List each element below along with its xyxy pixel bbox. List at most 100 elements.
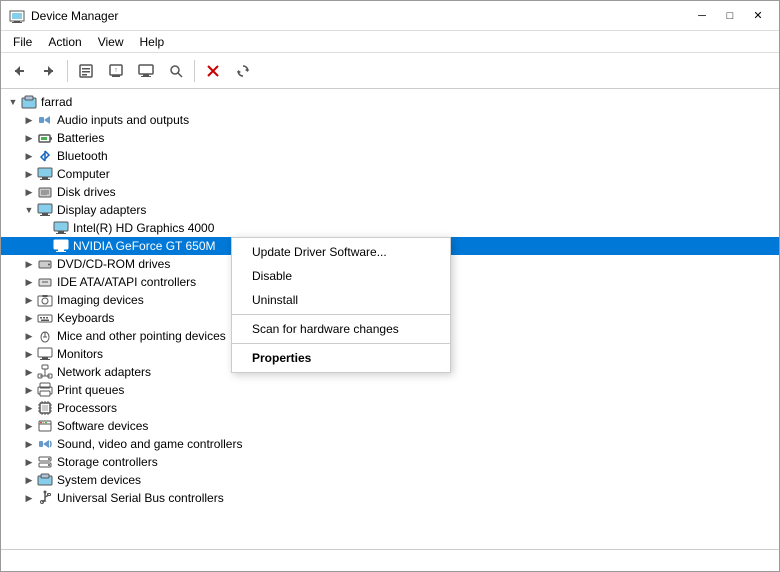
ctx-uninstall[interactable]: Uninstall xyxy=(232,288,450,312)
keyboards-expand[interactable]: ▶ xyxy=(21,310,37,326)
processors-icon xyxy=(37,400,53,416)
minimize-button[interactable]: ─ xyxy=(689,6,715,26)
ide-expand[interactable]: ▶ xyxy=(21,274,37,290)
menu-bar: File Action View Help xyxy=(1,31,779,53)
sound-expand[interactable]: ▶ xyxy=(21,436,37,452)
tree-item-computer[interactable]: ▶ Computer xyxy=(1,165,779,183)
batteries-label: Batteries xyxy=(57,131,104,145)
device-manager-window: Device Manager ─ □ ✕ File Action View He… xyxy=(0,0,780,572)
tree-item-software[interactable]: ▶ Software devices xyxy=(1,417,779,435)
window-title: Device Manager xyxy=(31,9,689,23)
menu-action[interactable]: Action xyxy=(40,33,89,51)
tree-item-system[interactable]: ▶ System devices xyxy=(1,471,779,489)
keyboards-icon xyxy=(37,310,53,326)
disk-expand[interactable]: ▶ xyxy=(21,184,37,200)
menu-view[interactable]: View xyxy=(90,33,132,51)
maximize-button[interactable]: □ xyxy=(717,6,743,26)
processors-expand[interactable]: ▶ xyxy=(21,400,37,416)
tree-item-processors[interactable]: ▶ xyxy=(1,399,779,417)
properties-button[interactable] xyxy=(72,57,100,85)
usb-label: Universal Serial Bus controllers xyxy=(57,491,224,505)
tree-item-intel-gpu[interactable]: Intel(R) HD Graphics 4000 xyxy=(1,219,779,237)
content-area: ▼ farrad ▶ Audio input xyxy=(1,89,779,549)
software-label: Software devices xyxy=(57,419,148,433)
bluetooth-expand[interactable]: ▶ xyxy=(21,148,37,164)
disk-icon xyxy=(37,184,53,200)
software-expand[interactable]: ▶ xyxy=(21,418,37,434)
nvidia-gpu-label: NVIDIA GeForce GT 650M xyxy=(73,239,216,253)
storage-icon xyxy=(37,454,53,470)
refresh-button[interactable] xyxy=(229,57,257,85)
forward-button[interactable] xyxy=(35,57,63,85)
batteries-expand[interactable]: ▶ xyxy=(21,130,37,146)
network-label: Network adapters xyxy=(57,365,151,379)
display-icon xyxy=(37,202,53,218)
audio-label: Audio inputs and outputs xyxy=(57,113,189,127)
nvidia-gpu-icon xyxy=(53,238,69,254)
tree-item-batteries[interactable]: ▶ Batteries xyxy=(1,129,779,147)
ide-icon xyxy=(37,274,53,290)
software-icon xyxy=(37,418,53,434)
ide-label: IDE ATA/ATAPI controllers xyxy=(57,275,196,289)
tree-item-audio[interactable]: ▶ Audio inputs and outputs xyxy=(1,111,779,129)
back-button[interactable] xyxy=(5,57,33,85)
tree-item-print[interactable]: ▶ Print queues xyxy=(1,381,779,399)
system-expand[interactable]: ▶ xyxy=(21,472,37,488)
close-button[interactable]: ✕ xyxy=(745,6,771,26)
tree-item-sound[interactable]: ▶ Sound, video and game controllers xyxy=(1,435,779,453)
computer-expand[interactable]: ▶ xyxy=(21,166,37,182)
root-icon xyxy=(21,94,37,110)
menu-file[interactable]: File xyxy=(5,33,40,51)
delete-button[interactable] xyxy=(199,57,227,85)
tree-item-display[interactable]: ▼ Display adapters xyxy=(1,201,779,219)
ctx-disable[interactable]: Disable xyxy=(232,264,450,288)
tree-item-bluetooth[interactable]: ▶ Bluetooth xyxy=(1,147,779,165)
tree-item-usb[interactable]: ▶ Universal Serial Bus controllers xyxy=(1,489,779,507)
root-label: farrad xyxy=(41,95,72,109)
dvd-icon xyxy=(37,256,53,272)
bluetooth-icon xyxy=(37,148,53,164)
processors-label: Processors xyxy=(57,401,117,415)
title-bar-controls: ─ □ ✕ xyxy=(689,6,771,26)
system-icon xyxy=(37,472,53,488)
toolbar: ↑ xyxy=(1,53,779,89)
ctx-scan[interactable]: Scan for hardware changes xyxy=(232,317,450,341)
network-expand[interactable]: ▶ xyxy=(21,364,37,380)
toolbar-separator-2 xyxy=(194,60,195,82)
monitors-icon xyxy=(37,346,53,362)
tree-item-storage[interactable]: ▶ Storage controllers xyxy=(1,453,779,471)
context-menu: Update Driver Software... Disable Uninst… xyxy=(231,237,451,373)
tree-root[interactable]: ▼ farrad xyxy=(1,93,779,111)
title-bar: Device Manager ─ □ ✕ xyxy=(1,1,779,31)
intel-gpu-label: Intel(R) HD Graphics 4000 xyxy=(73,221,214,235)
storage-expand[interactable]: ▶ xyxy=(21,454,37,470)
print-expand[interactable]: ▶ xyxy=(21,382,37,398)
audio-expand[interactable]: ▶ xyxy=(21,112,37,128)
window-icon xyxy=(9,8,25,24)
svg-text:↑: ↑ xyxy=(114,67,118,74)
mice-expand[interactable]: ▶ xyxy=(21,328,37,344)
usb-expand[interactable]: ▶ xyxy=(21,490,37,506)
disk-label: Disk drives xyxy=(57,185,116,199)
sound-label: Sound, video and game controllers xyxy=(57,437,242,451)
network-icon xyxy=(37,364,53,380)
computer-button[interactable] xyxy=(132,57,160,85)
ctx-separator-1 xyxy=(232,314,450,315)
menu-help[interactable]: Help xyxy=(132,33,173,51)
update-driver-button[interactable]: ↑ xyxy=(102,57,130,85)
print-label: Print queues xyxy=(57,383,124,397)
tree-item-disk[interactable]: ▶ Disk drives xyxy=(1,183,779,201)
batteries-icon xyxy=(37,130,53,146)
imaging-expand[interactable]: ▶ xyxy=(21,292,37,308)
monitors-expand[interactable]: ▶ xyxy=(21,346,37,362)
keyboards-label: Keyboards xyxy=(57,311,114,325)
toolbar-separator-1 xyxy=(67,60,68,82)
ctx-update-driver[interactable]: Update Driver Software... xyxy=(232,240,450,264)
dvd-expand[interactable]: ▶ xyxy=(21,256,37,272)
intel-gpu-icon xyxy=(53,220,69,236)
scan-button[interactable] xyxy=(162,57,190,85)
ctx-properties[interactable]: Properties xyxy=(232,346,450,370)
mice-icon xyxy=(37,328,53,344)
root-expand[interactable]: ▼ xyxy=(5,94,21,110)
display-expand[interactable]: ▼ xyxy=(21,202,37,218)
